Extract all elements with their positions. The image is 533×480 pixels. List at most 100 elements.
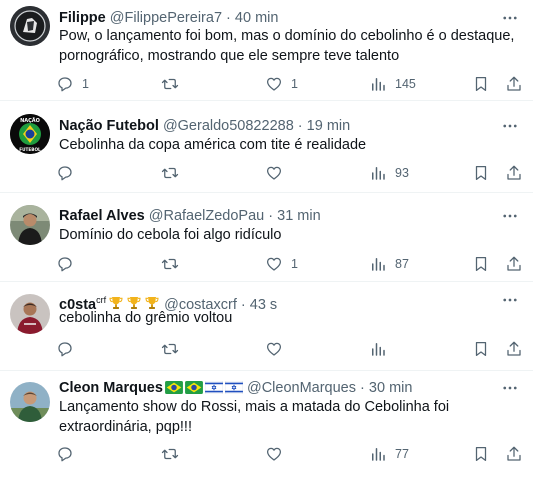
like-count: 1: [291, 257, 298, 271]
avatar-image: [10, 205, 50, 245]
views-button[interactable]: 87: [369, 255, 409, 273]
reply-icon: [58, 342, 72, 357]
retweet-button[interactable]: [161, 75, 187, 93]
tweet-rafael-alves[interactable]: Rafael Alves @RafaelZedoPau · 31 min Dom…: [0, 193, 533, 282]
more-icon[interactable]: [501, 379, 519, 397]
retweet-button[interactable]: [161, 164, 187, 182]
user-handle[interactable]: @FilippePereira7: [110, 10, 222, 26]
bookmark-icon: [475, 256, 487, 272]
share-icon: [507, 256, 521, 271]
more-icon[interactable]: [501, 9, 519, 27]
reply-button[interactable]: [56, 164, 82, 182]
share-button[interactable]: [505, 255, 523, 273]
share-icon: [507, 76, 521, 91]
timestamp[interactable]: 19 min: [307, 118, 351, 134]
display-name[interactable]: Cleon Marques: [59, 380, 243, 396]
views-button[interactable]: 145: [369, 75, 416, 93]
share-button[interactable]: [505, 340, 523, 358]
tweet-cleon-marques[interactable]: Cleon Marques @CleonMarques · 30 min Lan…: [0, 371, 533, 480]
avatar[interactable]: [10, 205, 50, 245]
views-icon: [372, 343, 385, 356]
tweet-header: Cleon Marques @CleonMarques · 30 min: [59, 379, 493, 397]
bookmark-button[interactable]: [472, 445, 490, 463]
retweet-icon: [161, 258, 179, 270]
tweet-header: Rafael Alves @RafaelZedoPau · 31 min: [59, 207, 493, 225]
views-icon: [372, 448, 385, 461]
reply-icon: [58, 166, 72, 181]
retweet-icon: [161, 78, 179, 90]
display-name[interactable]: Filippe: [59, 10, 106, 26]
avatar[interactable]: [10, 294, 50, 334]
views-button[interactable]: [369, 340, 395, 358]
reply-icon: [58, 447, 72, 462]
views-count: 93: [395, 166, 409, 180]
bookmark-button[interactable]: [472, 340, 490, 358]
user-handle[interactable]: @Geraldo50822288: [163, 118, 294, 134]
retweet-icon: [161, 167, 179, 179]
avatar[interactable]: [10, 6, 50, 46]
tweet-header: Nação Futebol @Geraldo50822288 · 19 min: [59, 117, 493, 135]
timestamp[interactable]: 31 min: [277, 208, 321, 224]
like-icon: [266, 257, 282, 271]
views-button[interactable]: 93: [369, 164, 409, 182]
share-icon: [507, 165, 521, 180]
brazil-flag-icon: [165, 381, 183, 394]
israel-flag-icon: [204, 381, 223, 394]
more-icon[interactable]: [501, 117, 519, 135]
like-button[interactable]: 1: [265, 255, 298, 273]
israel-flag-icon: [224, 381, 243, 394]
reply-button[interactable]: [56, 445, 82, 463]
tweet-actions: [52, 340, 523, 360]
bookmark-button[interactable]: [472, 255, 490, 273]
reply-icon: [58, 77, 72, 92]
tweet-filippe[interactable]: Filippe @FilippePereira7 · 40 min Pow, o…: [0, 0, 533, 101]
display-name-superscript: crf: [96, 295, 107, 305]
share-icon: [507, 341, 521, 356]
reply-feed: Filippe @FilippePereira7 · 40 min Pow, o…: [0, 0, 533, 480]
reply-button[interactable]: [56, 340, 82, 358]
avatar-image: [10, 294, 50, 334]
retweet-button[interactable]: [161, 445, 187, 463]
share-button[interactable]: [505, 164, 523, 182]
display-name[interactable]: Rafael Alves: [59, 208, 145, 224]
separator: ·: [297, 118, 303, 134]
share-button[interactable]: [505, 445, 523, 463]
tweet-c0sta[interactable]: c0stacrf @costaxcrf · 43 s cebolinha do …: [0, 282, 533, 371]
user-handle[interactable]: @CleonMarques: [247, 380, 356, 396]
separator: ·: [268, 208, 274, 224]
avatar-image: [10, 6, 50, 46]
bookmark-icon: [475, 76, 487, 92]
like-button[interactable]: [265, 445, 291, 463]
avatar[interactable]: [10, 382, 50, 422]
share-button[interactable]: [505, 75, 523, 93]
reply-button[interactable]: 1: [56, 75, 89, 93]
flag-icons: [163, 380, 243, 396]
avatar[interactable]: NAÇÃO FUTEBOL: [10, 114, 50, 154]
retweet-button[interactable]: [161, 340, 187, 358]
more-icon[interactable]: [501, 291, 519, 309]
bookmark-button[interactable]: [472, 164, 490, 182]
user-handle[interactable]: @RafaelZedoPau: [149, 208, 264, 224]
reply-icon: [58, 257, 72, 272]
bookmark-button[interactable]: [472, 75, 490, 93]
brazil-flag-icon: [185, 381, 203, 394]
views-icon: [372, 258, 385, 271]
bookmark-icon: [475, 165, 487, 181]
tweet-text: Domínio do cebola foi algo ridículo: [59, 227, 282, 243]
like-button[interactable]: [265, 340, 291, 358]
retweet-icon: [161, 448, 179, 460]
display-name-text: Cleon Marques: [59, 380, 163, 396]
like-button[interactable]: [265, 164, 291, 182]
timestamp[interactable]: 40 min: [235, 10, 279, 26]
display-name[interactable]: Nação Futebol: [59, 118, 159, 134]
views-button[interactable]: 77: [369, 445, 409, 463]
reply-button[interactable]: [56, 255, 82, 273]
tweet-text: cebolinha do grêmio voltou: [59, 310, 233, 326]
like-icon: [266, 77, 282, 91]
like-button[interactable]: 1: [265, 75, 298, 93]
more-icon[interactable]: [501, 207, 519, 225]
tweet-nacao-futebol[interactable]: NAÇÃO FUTEBOL Nação Futebol @Geraldo5082…: [0, 101, 533, 193]
timestamp[interactable]: 30 min: [369, 380, 413, 396]
retweet-button[interactable]: [161, 255, 187, 273]
bookmark-icon: [475, 341, 487, 357]
